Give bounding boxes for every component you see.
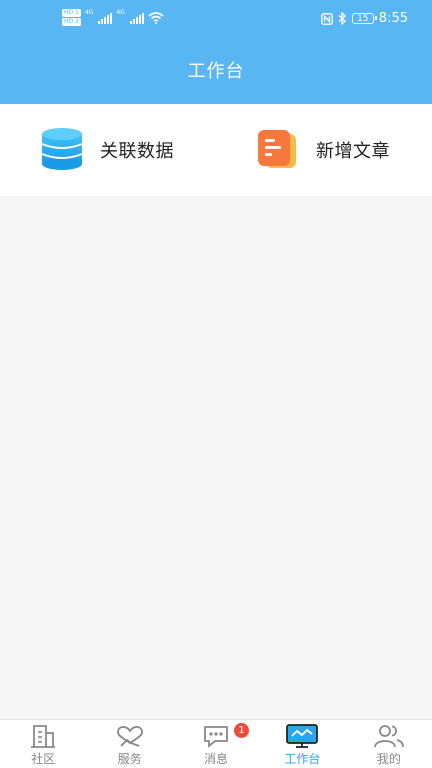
- tab-messages-label: 消息: [204, 752, 229, 766]
- status-left: HD 1 HD 2 4G 4G: [62, 9, 164, 26]
- new-article-button[interactable]: 新增文章: [256, 128, 390, 172]
- tab-community[interactable]: 社区: [0, 720, 86, 768]
- message-bubble-icon: [204, 726, 228, 748]
- database-icon: [41, 128, 83, 170]
- messages-badge: 1: [234, 723, 250, 738]
- battery-icon: 15: [351, 13, 377, 24]
- page-title: 工作台: [187, 61, 245, 82]
- tab-community-label: 社区: [31, 752, 56, 766]
- quick-actions: 关联数据 新增文章: [0, 104, 432, 196]
- hd-badges: HD 1 HD 2: [62, 9, 81, 26]
- monitor-icon: [286, 724, 319, 748]
- network-type-1: 4G: [84, 9, 94, 16]
- bluetooth-icon: [338, 12, 346, 25]
- tab-workbench-label: 工作台: [284, 752, 321, 766]
- bottom-tab-bar: 社区 服务 1 消息 工作台 我的: [0, 719, 432, 768]
- app-header: HD 1 HD 2 4G 4G 15 8:55 工作台: [0, 0, 432, 104]
- profile-people-icon: [373, 725, 404, 748]
- tab-messages[interactable]: 1 消息: [173, 720, 259, 768]
- community-building-icon: [31, 725, 56, 748]
- service-handshake-icon: [116, 726, 143, 747]
- tab-workbench[interactable]: 工作台: [259, 720, 345, 768]
- status-right: 15 8:55: [320, 11, 408, 26]
- hd1-badge: HD 1: [62, 9, 81, 17]
- new-article-label: 新增文章: [316, 141, 390, 162]
- signal-icon: [98, 12, 113, 24]
- network-type-2: 4G: [116, 9, 125, 16]
- signal-icon-2: [129, 12, 144, 24]
- battery-level: 15: [357, 13, 369, 24]
- status-bar: HD 1 HD 2 4G 4G 15 8:55: [0, 0, 432, 40]
- tab-profile-label: 我的: [376, 752, 401, 766]
- tab-service[interactable]: 服务: [86, 720, 172, 768]
- nfc-icon: [320, 12, 333, 25]
- link-data-label: 关联数据: [100, 141, 174, 162]
- document-icon: [258, 130, 296, 168]
- hd2-badge: HD 2: [62, 18, 81, 26]
- clock: 8:55: [378, 11, 408, 26]
- link-data-button[interactable]: 关联数据: [40, 128, 174, 172]
- tab-service-label: 服务: [117, 752, 142, 766]
- tab-profile[interactable]: 我的: [346, 720, 432, 768]
- wifi-icon: [148, 11, 164, 24]
